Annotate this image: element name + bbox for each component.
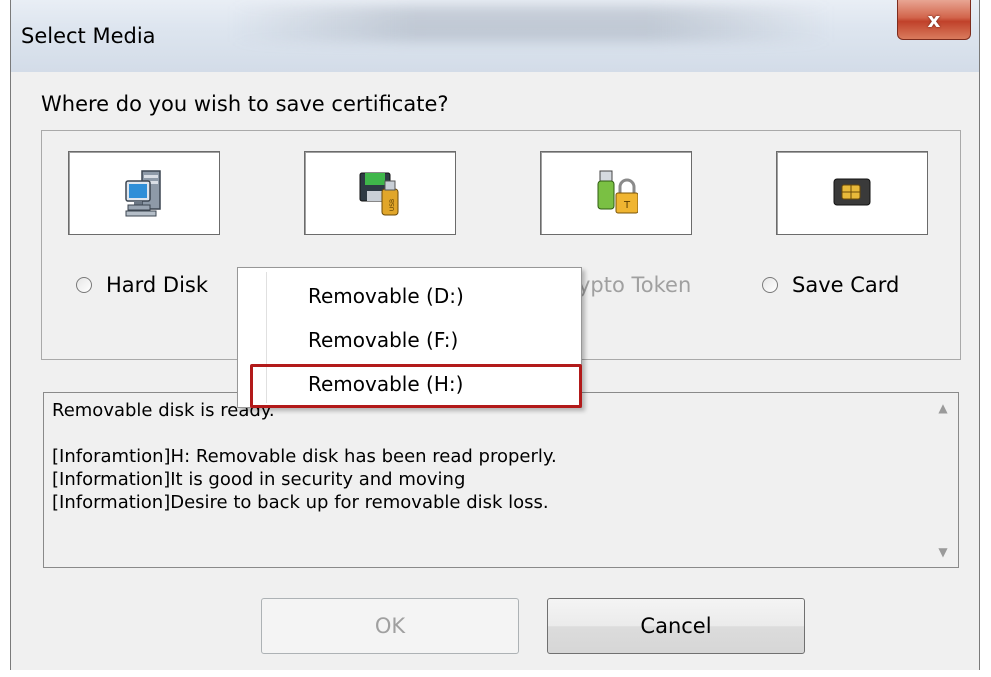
dialog-title: Select Media: [21, 24, 156, 48]
crypto-token-icon: T: [597, 170, 638, 214]
save-location-prompt: Where do you wish to save certificate?: [41, 92, 449, 116]
left-margin: [0, 0, 10, 677]
radio-crypto-token[interactable]: ypto Token: [578, 273, 691, 297]
scroll-up-arrow-icon[interactable]: ▲: [934, 401, 952, 415]
status-log[interactable]: Removable disk is ready. [Inforamtion]H:…: [43, 392, 959, 568]
title-bar-blur: [231, 6, 831, 42]
log-line: [Inforamtion]H: Removable disk has been …: [52, 446, 557, 467]
cancel-button[interactable]: Cancel: [547, 598, 805, 654]
smart-card-icon: [833, 178, 871, 206]
radio-hard-disk-label: Hard Disk: [106, 273, 209, 297]
close-icon: x: [927, 7, 941, 32]
radio-circle: [76, 277, 92, 293]
ok-button[interactable]: OK: [261, 598, 519, 654]
dropdown-item-removable-d[interactable]: Removable (D:): [308, 284, 464, 308]
log-line: [Information]Desire to back up for remov…: [52, 492, 549, 513]
selection-highlight: [250, 364, 582, 408]
radio-hard-disk[interactable]: Hard Disk: [76, 273, 208, 297]
log-line: [Information]It is good in security and …: [52, 469, 466, 490]
svg-text:T: T: [623, 200, 631, 211]
removable-disk-tile[interactable]: USB: [304, 151, 456, 235]
radio-crypto-token-label: ypto Token: [578, 273, 692, 297]
radio-save-card[interactable]: Save Card: [762, 273, 899, 297]
dropdown-item-removable-f[interactable]: Removable (F:): [308, 328, 458, 352]
save-card-tile[interactable]: [776, 151, 928, 235]
title-bar: Select Media x: [11, 0, 979, 72]
removable-disk-icon: USB: [359, 172, 399, 216]
close-button[interactable]: x: [897, 0, 971, 40]
status-log-text: Removable disk is ready. [Inforamtion]H:…: [52, 399, 924, 514]
radio-save-card-label: Save Card: [792, 273, 900, 297]
computer-icon: [125, 170, 161, 217]
radio-circle: [762, 277, 778, 293]
hard-disk-tile[interactable]: [68, 151, 220, 235]
svg-text:USB: USB: [389, 199, 396, 211]
crypto-token-tile[interactable]: T: [540, 151, 692, 235]
scroll-down-arrow-icon[interactable]: ▼: [934, 545, 952, 559]
